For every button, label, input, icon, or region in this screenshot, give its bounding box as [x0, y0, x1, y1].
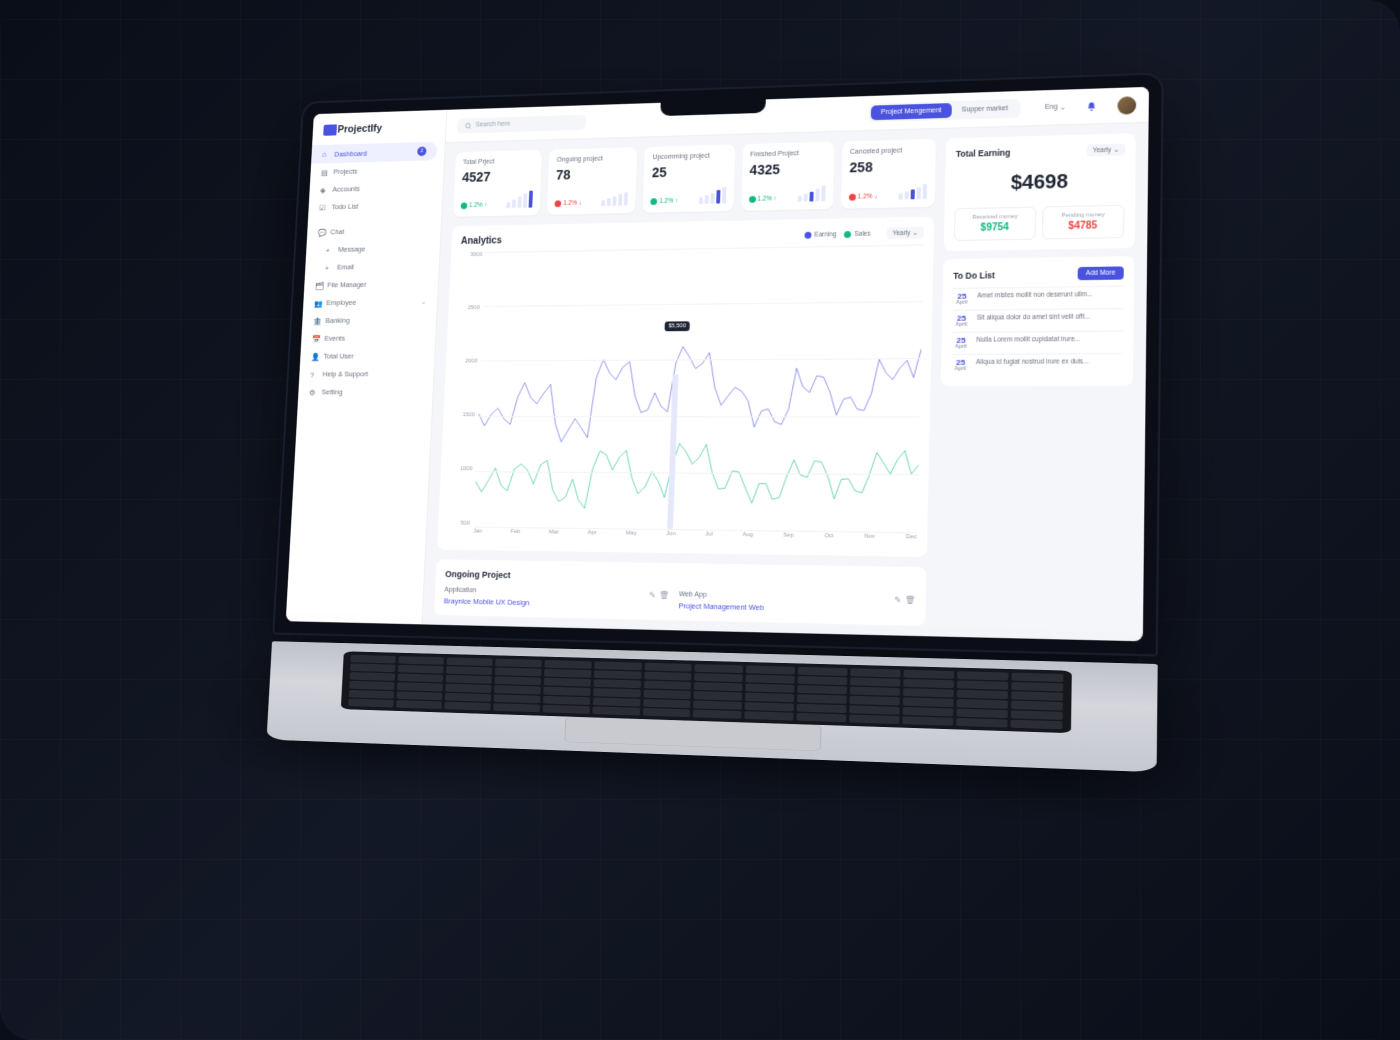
- nav-icon: ?: [310, 370, 318, 378]
- stat-card-total-prject: Total Prject 4527 1.2% ↑: [453, 150, 542, 217]
- ongoing-projects-card: Ongoing Project ApplicationBraynice Mobi…: [434, 559, 927, 626]
- brand-name: ProjectIfy: [337, 123, 382, 135]
- sidebar: ProjectIfy ⌂Dashboard2▤Projects◈Accounts…: [286, 110, 448, 625]
- delta-indicator: 1.2% ↑: [749, 195, 777, 202]
- mini-bars-icon: [699, 186, 726, 204]
- nav-icon: 🏦: [313, 317, 321, 325]
- nav-icon: +: [326, 246, 333, 254]
- delta-indicator: 1.2% ↑: [461, 202, 488, 209]
- todo-item[interactable]: 25AprilSit aliqua dolor do amet sint vel…: [952, 308, 1123, 332]
- chart-tooltip: $5,500: [664, 321, 690, 331]
- stat-card-canceled-project: Canceled project 258 1.2% ↓: [841, 139, 937, 209]
- nav-icon: ◈: [320, 186, 327, 194]
- analytics-range-dropdown[interactable]: Yearly ⌄: [886, 227, 924, 240]
- edit-icon[interactable]: ✎: [894, 595, 901, 604]
- sidebar-item-employee[interactable]: 👥Employee⌄: [303, 292, 438, 311]
- earning-range-dropdown[interactable]: Yearly ⌄: [1086, 143, 1125, 156]
- mini-bars-icon: [602, 188, 629, 206]
- todo-item[interactable]: 25AprilAliqua id fugiat nostrud irure ex…: [951, 353, 1123, 376]
- tab-supper-market[interactable]: Supper market: [951, 101, 1018, 118]
- delta-indicator: 1.2% ↑: [651, 198, 679, 205]
- edit-icon[interactable]: ✎: [649, 591, 656, 600]
- search-input[interactable]: Search here: [457, 114, 586, 133]
- screen: ProjectIfy ⌂Dashboard2▤Projects◈Accounts…: [286, 87, 1149, 641]
- delete-icon[interactable]: 🗑: [659, 591, 669, 600]
- tab-project-mengement[interactable]: Project Mengement: [871, 103, 952, 120]
- stat-card-ongoing-project: Ongoing project 78 1.2% ↓: [547, 147, 638, 215]
- mini-bars-icon: [507, 191, 534, 209]
- stat-card-finished-project: Finished Project 4325 1.2% ↑: [741, 142, 835, 211]
- todo-item[interactable]: 25AprilNulla Lorem mollit cupidatat irur…: [952, 331, 1123, 354]
- sidebar-item-file-manager[interactable]: 🗂File Manager: [304, 274, 439, 294]
- avatar[interactable]: [1117, 96, 1136, 115]
- delta-indicator: 1.2% ↓: [849, 193, 878, 200]
- legend-earning: Earning: [805, 231, 837, 238]
- sidebar-item-message[interactable]: +Message: [306, 239, 440, 259]
- chevron-down-icon: ⌄: [1113, 146, 1119, 154]
- nav-icon: ▤: [321, 168, 328, 176]
- laptop-mockup: ProjectIfy ⌂Dashboard2▤Projects◈Accounts…: [259, 72, 1163, 912]
- sidebar-item-setting[interactable]: ⚙Setting: [298, 383, 433, 401]
- nav-icon: ☑: [319, 203, 326, 211]
- todo-item[interactable]: 25AprilAmet mistes mollit non deserunt u…: [953, 286, 1124, 310]
- mini-bars-icon: [899, 181, 927, 199]
- earning-title: Total Earning: [956, 148, 1011, 159]
- sidebar-item-email[interactable]: +Email: [305, 257, 439, 277]
- legend-sales: Sales: [844, 230, 870, 237]
- chart-legend: Earning Sales: [805, 230, 871, 238]
- backdrop: ProjectIfy ⌂Dashboard2▤Projects◈Accounts…: [0, 0, 1400, 1040]
- earning-amount: $4698: [955, 162, 1125, 209]
- nav-icon: ⌂: [322, 150, 329, 158]
- pending-money-box: Pending money $4785: [1041, 205, 1124, 240]
- nav-icon: ⚙: [309, 388, 317, 396]
- analytics-title: Analytics: [461, 235, 502, 246]
- sidebar-item-events[interactable]: 📅Events: [301, 328, 436, 347]
- nav-icon: +: [325, 263, 333, 271]
- ongoing-title: Ongoing Project: [445, 569, 916, 587]
- badge: 2: [417, 147, 426, 157]
- chevron-down-icon: ⌄: [421, 298, 427, 306]
- nav-icon: 💬: [318, 228, 325, 236]
- workspace-tabs: Project MengementSupper market: [869, 99, 1021, 122]
- ongoing-item[interactable]: Web AppProject Management Web✎🗑: [678, 591, 915, 615]
- stat-card-upcomming-project: Upcomming project 25 1.2% ↑: [643, 144, 735, 212]
- language-selector[interactable]: Eng ⌄: [1045, 103, 1066, 112]
- bell-icon[interactable]: [1086, 101, 1096, 111]
- logo-mark-icon: [323, 124, 334, 135]
- delete-icon[interactable]: 🗑: [905, 596, 916, 605]
- sidebar-item-banking[interactable]: 🏦Banking: [302, 310, 437, 329]
- analytics-card: Analytics Earning Sales Yearly ⌄ 30002500…: [437, 217, 934, 557]
- nav-icon: 🗂: [315, 281, 323, 289]
- nav-icon: 👤: [311, 352, 319, 360]
- mini-bars-icon: [798, 184, 826, 202]
- stats-row: Total Prject 4527 1.2% ↑ Ongoing project…: [453, 139, 936, 217]
- todo-card: To Do List Add More 25AprilAmet mistes m…: [941, 256, 1135, 386]
- search-icon: [464, 122, 472, 130]
- delta-indicator: 1.2% ↓: [555, 200, 582, 207]
- analytics-chart: 30002500200015001000500 $5,500 JanFebMar…: [447, 245, 924, 547]
- sidebar-item-total-user[interactable]: 👤Total User: [300, 346, 435, 365]
- todo-title: To Do List: [953, 270, 995, 281]
- ongoing-item[interactable]: ApplicationBraynice Mobile UX Design✎🗑: [444, 587, 670, 610]
- received-money-box: Received money $9754: [954, 207, 1036, 241]
- search-placeholder: Search here: [475, 121, 510, 129]
- total-earning-card: Total Earning Yearly ⌄ $4698 Rece: [944, 133, 1136, 251]
- chevron-down-icon: ⌄: [912, 229, 918, 237]
- chevron-down-icon: ⌄: [1060, 103, 1066, 111]
- nav-icon: 👥: [314, 299, 322, 307]
- add-todo-button[interactable]: Add More: [1077, 266, 1123, 280]
- nav-icon: 📅: [312, 335, 320, 343]
- sidebar-item-help-&-support[interactable]: ?Help & Support: [299, 365, 434, 384]
